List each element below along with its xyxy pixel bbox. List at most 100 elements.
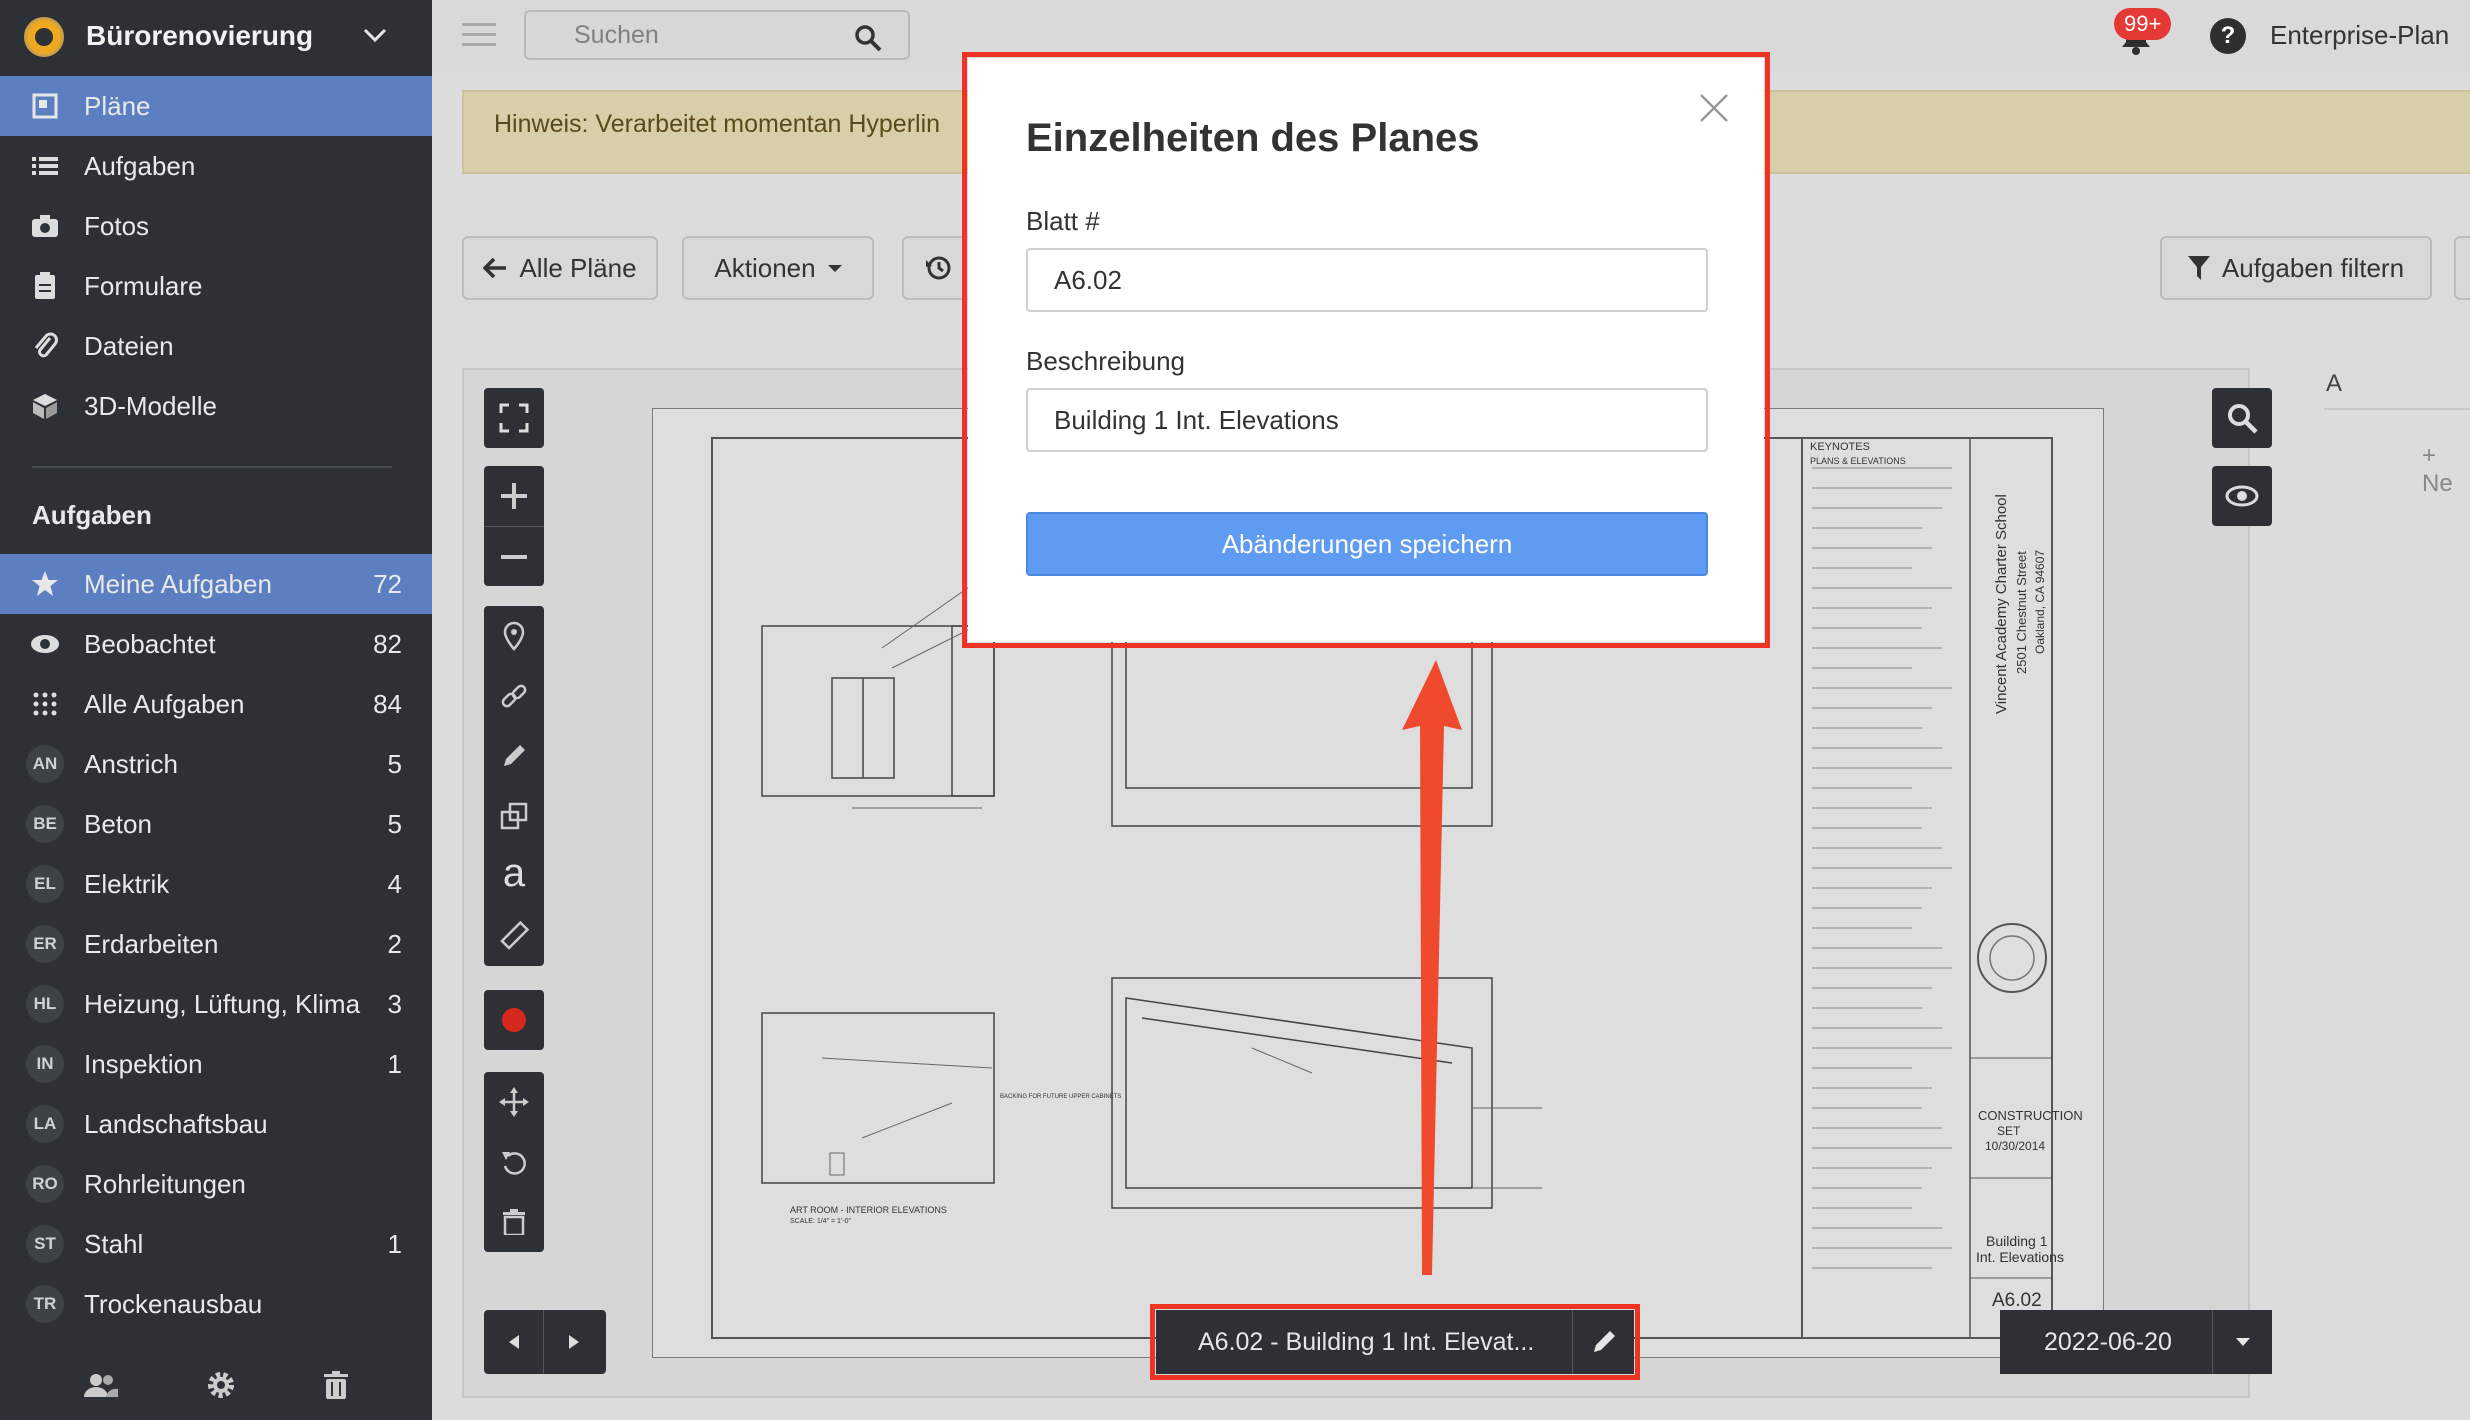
category-badge: HL [26,985,64,1023]
record-button[interactable] [484,990,544,1050]
sidebar-item-plans[interactable]: Pläne [0,76,432,136]
task-count: 72 [373,568,402,599]
sidebar-item-label: Heizung, Lüftung, Klima [84,988,361,1019]
category-badge: TR [26,1285,64,1323]
camera-icon [30,211,60,241]
sidebar-item-label: Pläne [84,90,151,121]
sidebar-item-label: Beobachtet [84,628,216,659]
chevron-left-icon [508,1335,519,1349]
sidebar-item-inspektion[interactable]: IN Inspektion 1 [0,1034,432,1094]
all-plans-label: Alle Pläne [519,252,637,283]
chevron-down-icon[interactable] [362,22,388,48]
plan-label[interactable]: Enterprise-Plan [2270,20,2449,51]
sheet-number: A6.02 [1992,1290,2042,1311]
sidebar-item-stahl[interactable]: ST Stahl 1 [0,1214,432,1274]
text-tool[interactable]: a [484,846,544,906]
school-address-2: Oakland, CA 94607 [2033,550,2047,654]
shapes-icon [500,802,528,830]
sidebar-item-label: Landschaftsbau [84,1108,268,1139]
project-switcher[interactable]: Bürorenovierung [0,0,432,72]
filter-tasks-button[interactable]: Aufgaben filtern [2160,236,2432,300]
school-name: Vincent Academy Charter School [1993,494,2010,714]
sidebar-item-forms[interactable]: Formulare [0,256,432,316]
all-plans-button[interactable]: Alle Pläne [462,236,658,300]
sidebar-item-label: 3D-Modelle [84,390,217,421]
filter-icon [2187,256,2210,280]
more-toolbar-button[interactable] [2454,236,2470,300]
gear-icon[interactable] [206,1370,236,1400]
edit-tools [484,1072,544,1252]
task-count: 4 [387,868,402,899]
sidebar-item-my-tasks[interactable]: Meine Aufgaben 72 [0,554,432,614]
sidebar-item-rohrleitungen[interactable]: RO Rohrleitungen [0,1154,432,1214]
version-dropdown-button[interactable] [2212,1310,2272,1374]
sidebar-item-all-tasks[interactable]: Alle Aufgaben 84 [0,674,432,734]
category-badge: EL [26,865,64,903]
measure-tool[interactable] [484,906,544,966]
sidebar-item-hlk[interactable]: HL Heizung, Lüftung, Klima 3 [0,974,432,1034]
link-tool[interactable] [484,666,544,726]
sidebar-item-label: Alle Aufgaben [84,688,245,719]
cube-icon [30,391,60,421]
move-tool[interactable] [484,1072,544,1132]
keynotes-label: KEYNOTES [1810,441,1870,453]
pin-tool[interactable] [484,606,544,666]
sidebar-item-label: Elektrik [84,868,170,899]
sidebar-item-label: Inspektion [84,1048,203,1079]
set-label: SET [1997,1124,2021,1138]
sidebar-item-watched[interactable]: Beobachtet 82 [0,614,432,674]
sidebar-item-label: Trockenausbau [84,1288,263,1319]
trash-icon[interactable] [324,1371,348,1399]
help-button[interactable]: ? [2210,18,2246,54]
delete-tool[interactable] [484,1192,544,1252]
zoom-out-button[interactable] [484,526,544,586]
undo-button[interactable] [484,1132,544,1192]
actions-dropdown[interactable]: Aktionen [682,236,874,300]
next-sheet-button[interactable] [544,1310,604,1374]
sidebar-item-files[interactable]: Dateien [0,316,432,376]
sidebar: Bürorenovierung Pläne Aufgaben Fotos For… [0,0,432,1420]
shape-tool[interactable] [484,786,544,846]
new-task-link[interactable]: + Ne [2422,442,2470,498]
category-badge: BE [26,805,64,843]
search-placeholder: Suchen [574,20,659,49]
highlight-frame [962,52,1770,648]
sidebar-item-3d-models[interactable]: 3D-Modelle [0,376,432,436]
sidebar-item-erdarbeiten[interactable]: ER Erdarbeiten 2 [0,914,432,974]
task-count: 5 [387,808,402,839]
pencil-tool[interactable] [484,726,544,786]
task-count: 3 [387,988,402,1019]
notification-badge: 99+ [2114,8,2172,40]
previous-sheet-button[interactable] [484,1310,544,1374]
version-date-selector[interactable]: 2022-06-20 [2000,1310,2272,1374]
move-icon [499,1087,529,1117]
search-icon[interactable] [854,24,882,52]
category-badge: IN [26,1045,64,1083]
project-name: Bürorenovierung [86,20,314,51]
sidebar-item-photos[interactable]: Fotos [0,196,432,256]
visibility-button[interactable] [2212,466,2272,526]
plans-elevations-label: PLANS & ELEVATIONS [1810,456,1906,466]
minus-icon [501,554,527,559]
users-icon[interactable] [84,1372,118,1398]
sidebar-item-elektrik[interactable]: EL Elektrik 4 [0,854,432,914]
sidebar-item-anstrich[interactable]: AN Anstrich 5 [0,734,432,794]
project-logo-icon [24,17,64,57]
hamburger-icon[interactable] [462,22,496,48]
sidebar-item-trockenausbau[interactable]: TR Trockenausbau [0,1274,432,1334]
fullscreen-button[interactable] [484,388,544,448]
sidebar-item-tasks[interactable]: Aufgaben [0,136,432,196]
actions-label: Aktionen [714,252,816,283]
sidebar-item-landschaftsbau[interactable]: LA Landschaftsbau [0,1094,432,1154]
sheet-title-1: Building 1 [1986,1233,2048,1249]
sidebar-item-label: Formulare [84,270,203,301]
eye-icon [30,629,60,659]
search-input[interactable]: Suchen [524,10,910,60]
chevron-right-icon [569,1335,579,1349]
construction-label: CONSTRUCTION [1978,1108,2083,1123]
sidebar-item-label: Aufgaben [84,150,196,181]
sidebar-item-beton[interactable]: BE Beton 5 [0,794,432,854]
category-badge: LA [26,1105,64,1143]
search-plan-button[interactable] [2212,388,2272,448]
zoom-in-button[interactable] [484,466,544,526]
